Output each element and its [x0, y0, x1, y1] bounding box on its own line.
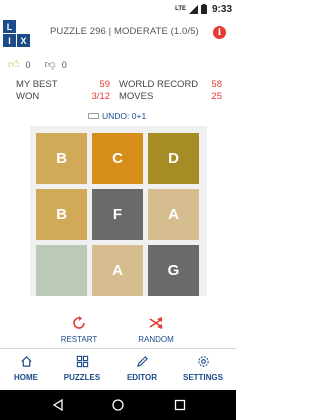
gear-icon: [180, 354, 226, 368]
puzzle-board: B C D B F A A G: [30, 126, 207, 296]
recents-icon[interactable]: [174, 399, 186, 411]
action-bar: RESTART RANDOM: [0, 316, 236, 346]
logo-letter-l: L: [3, 20, 16, 33]
undo-icon: [88, 113, 99, 119]
clock: 9:33: [211, 3, 232, 15]
nav-settings-label: SETTINGS: [182, 373, 223, 382]
tile[interactable]: G: [148, 245, 199, 296]
grid-icon: [60, 354, 104, 368]
moves-label: MOVES: [119, 91, 154, 102]
info-icon[interactable]: i: [213, 26, 226, 39]
nav-puzzles-label: PUZZLES: [63, 373, 101, 382]
nav-puzzles[interactable]: PUZZLES: [60, 354, 104, 382]
undo-button[interactable]: UNDO: 0+1: [88, 111, 146, 121]
puzzle-title: PUZZLE 296 | MODERATE (1.0/5): [50, 26, 199, 37]
won-label: WON: [16, 91, 40, 102]
restart-icon: [60, 316, 98, 332]
world-record-label: WORLD RECORD: [119, 79, 199, 90]
status-icons: LTE 9:33: [175, 2, 232, 16]
tile[interactable]: F: [92, 189, 143, 240]
restart-button[interactable]: RESTART: [60, 316, 98, 344]
stats-row-2: WON 3/12 MOVES 25: [16, 91, 222, 103]
home-icon: [8, 354, 44, 368]
nav-home-label: HOME: [14, 373, 38, 382]
battery-icon: [200, 4, 207, 14]
undo-label: UNDO: 0+1: [102, 111, 147, 121]
shuffle-icon: [136, 316, 176, 332]
logo-letter-x: X: [17, 34, 30, 47]
stats-row-1: MY BEST 59 WORLD RECORD 58: [16, 79, 222, 91]
divider: [0, 348, 236, 349]
bottom-nav: HOME PUZZLES EDITOR SETTINGS: [0, 350, 236, 386]
restart-label: RESTART: [60, 335, 98, 344]
stats-panel: MY BEST 59 WORLD RECORD 58 WON 3/12 MOVE…: [16, 79, 222, 103]
thumbs-up-icon[interactable]: 👍︎: [8, 58, 20, 71]
downvote-count: 0: [61, 59, 67, 70]
my-best-value: 59: [99, 79, 110, 90]
tile[interactable]: D: [148, 133, 199, 184]
tile[interactable]: A: [148, 189, 199, 240]
android-nav-bar: [0, 390, 236, 420]
nav-editor[interactable]: EDITOR: [122, 354, 162, 382]
thumbs-down-icon[interactable]: 👎︎: [45, 58, 56, 71]
tile[interactable]: A: [92, 245, 143, 296]
won-value: 3/12: [91, 91, 111, 102]
logo-letter-i: I: [3, 34, 16, 47]
app-header: L I X PUZZLE 296 | MODERATE (1.0/5) i: [0, 18, 236, 48]
nav-home[interactable]: HOME: [8, 354, 44, 382]
tile[interactable]: B: [36, 133, 87, 184]
lix-logo[interactable]: L I X: [3, 20, 31, 47]
my-best-label: MY BEST: [16, 79, 58, 90]
status-bar: LTE 9:33: [0, 0, 236, 18]
vote-bar: 👍︎ 0 👎︎ 0: [8, 58, 81, 71]
logo-blank: [17, 20, 30, 33]
random-button[interactable]: RANDOM: [136, 316, 176, 344]
home-circle-icon[interactable]: [112, 399, 124, 411]
nav-editor-label: EDITOR: [126, 373, 158, 382]
world-record-value: 58: [211, 79, 222, 90]
pencil-icon: [122, 354, 162, 368]
tile-empty[interactable]: [36, 245, 87, 296]
moves-value: 25: [211, 91, 222, 102]
tile[interactable]: B: [36, 189, 87, 240]
nav-settings[interactable]: SETTINGS: [180, 354, 226, 382]
tile[interactable]: C: [92, 133, 143, 184]
network-label: LTE: [175, 6, 186, 12]
back-icon[interactable]: [52, 399, 64, 411]
upvote-count: 0: [25, 59, 31, 70]
signal-icon: [188, 4, 198, 14]
random-label: RANDOM: [138, 335, 174, 344]
